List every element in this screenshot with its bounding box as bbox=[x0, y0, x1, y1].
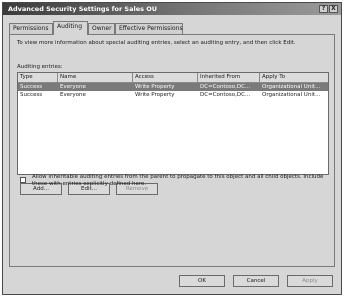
advanced-security-dialog: Advanced Security Settings for Sales OU … bbox=[2, 2, 342, 295]
table-row[interactable]: Success Everyone Write Property DC=Conto… bbox=[18, 83, 328, 91]
column-header-inherited-from[interactable]: Inherited From bbox=[198, 73, 260, 82]
cell-apply-to: Organizational Unit... bbox=[262, 84, 321, 90]
auditing-panel: To view more information about special a… bbox=[9, 34, 335, 267]
column-header-access[interactable]: Access bbox=[133, 73, 198, 82]
column-header-type[interactable]: Type bbox=[18, 73, 58, 82]
column-header-apply-to[interactable]: Apply To bbox=[260, 73, 328, 82]
inherit-auditing-checkbox[interactable] bbox=[20, 177, 26, 183]
column-header-name[interactable]: Name bbox=[58, 73, 133, 82]
auditing-entries-label: Auditing entries: bbox=[17, 64, 63, 70]
help-button[interactable]: ? bbox=[319, 5, 328, 13]
close-button[interactable]: X bbox=[329, 5, 338, 13]
title-bar[interactable]: Advanced Security Settings for Sales OU … bbox=[3, 3, 341, 15]
cancel-button[interactable]: Cancel bbox=[233, 275, 279, 287]
cell-access: Write Property bbox=[135, 92, 175, 98]
cell-type: Success bbox=[20, 84, 43, 90]
cell-type: Success bbox=[20, 92, 43, 98]
cell-name: Everyone bbox=[60, 84, 86, 90]
cell-apply-to: Organizational Unit... bbox=[262, 92, 321, 98]
tab-effective-permissions[interactable]: Effective Permissions bbox=[115, 23, 183, 34]
cell-access: Write Property bbox=[135, 84, 175, 90]
instructions-text: To view more information about special a… bbox=[17, 40, 296, 46]
list-header: Type Name Access Inherited From Apply To bbox=[18, 73, 328, 83]
tab-auditing[interactable]: Auditing bbox=[53, 21, 88, 35]
cell-inherited-from: DC=Contoso,DC... bbox=[200, 84, 251, 90]
window-title: Advanced Security Settings for Sales OU bbox=[8, 5, 158, 13]
tab-owner[interactable]: Owner bbox=[88, 23, 115, 34]
cell-name: Everyone bbox=[60, 92, 86, 98]
inherit-auditing-label[interactable]: Allow inheritable auditing entries from … bbox=[32, 174, 330, 188]
cell-inherited-from: DC=Contoso,DC... bbox=[200, 92, 251, 98]
apply-button[interactable]: Apply bbox=[287, 275, 333, 287]
tab-permissions[interactable]: Permissions bbox=[9, 23, 53, 34]
auditing-entries-list[interactable]: Type Name Access Inherited From Apply To… bbox=[17, 72, 329, 175]
ok-button[interactable]: OK bbox=[179, 275, 225, 287]
table-row[interactable]: Success Everyone Write Property DC=Conto… bbox=[18, 91, 328, 99]
